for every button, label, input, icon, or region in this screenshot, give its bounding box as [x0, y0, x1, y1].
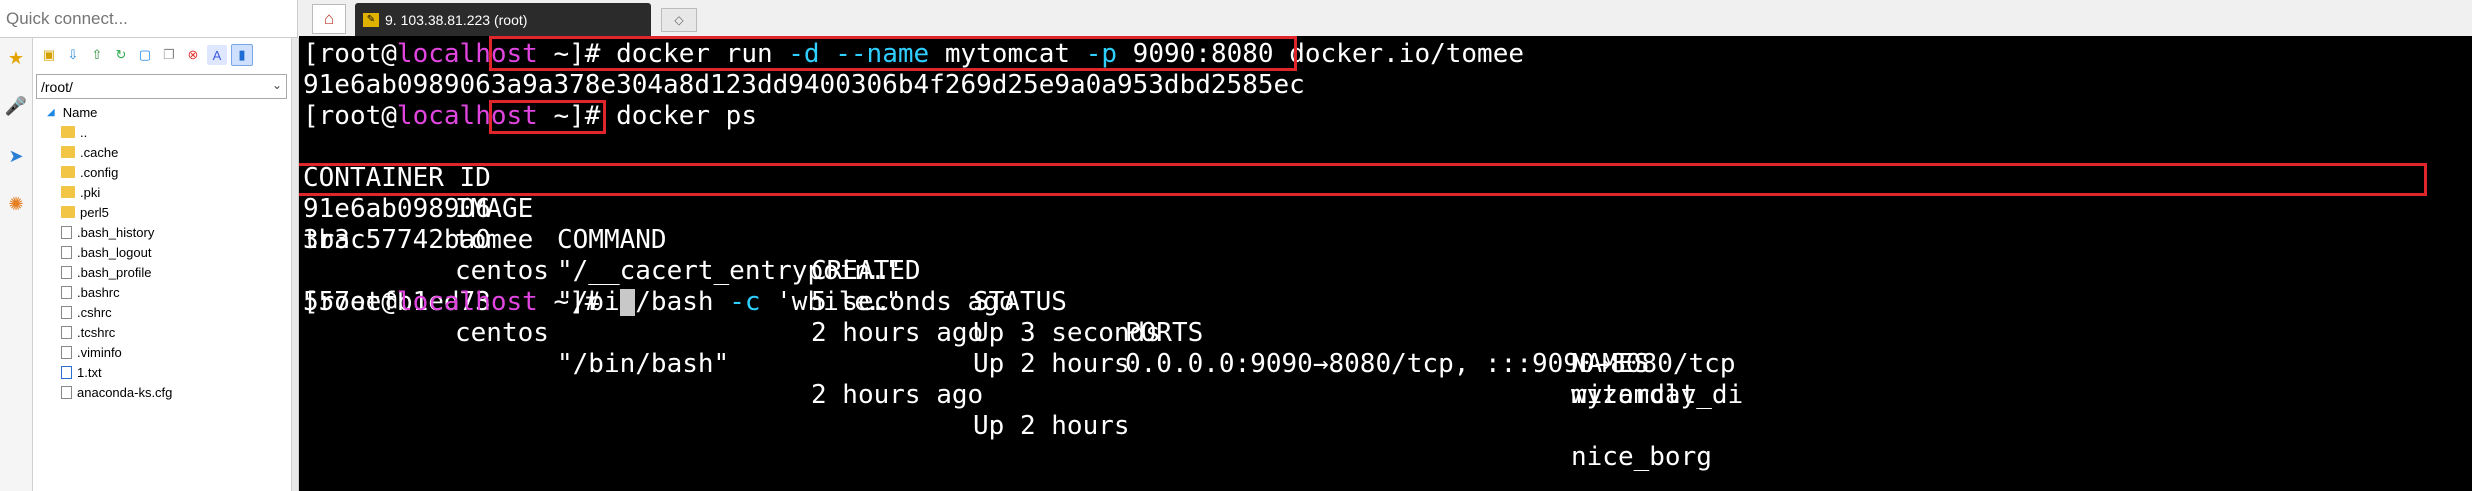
- list-item[interactable]: perl5: [33, 202, 291, 222]
- list-item[interactable]: .viminfo: [33, 342, 291, 362]
- copy-icon[interactable]: ❐: [159, 45, 179, 65]
- send-icon[interactable]: ➤: [6, 146, 26, 166]
- new-tab-icon: ◇: [674, 13, 684, 27]
- name-column-header: Name: [62, 104, 98, 120]
- chevron-down-icon[interactable]: ⌄: [272, 78, 282, 92]
- table-header: CONTAINER ID IMAGE COMMAND CREATED STATU…: [303, 132, 2472, 379]
- terminal-line: 91e6ab0989063a9a378e304a8d123dd9400306b4…: [303, 70, 1305, 100]
- command-ps: docker ps: [616, 101, 757, 131]
- file-icon: [61, 305, 72, 319]
- quick-connect-input[interactable]: [0, 0, 297, 37]
- folder-up-icon[interactable]: ▣: [39, 45, 59, 65]
- file-icon: [61, 345, 72, 359]
- file-icon: [61, 225, 72, 239]
- delete-icon[interactable]: ⊗: [183, 45, 203, 65]
- folder-icon: [61, 186, 75, 198]
- quick-connect-box[interactable]: [0, 0, 298, 38]
- text-file-icon: [61, 365, 72, 379]
- file-icon: [61, 265, 72, 279]
- side-icon-bar: ★ 🎤 ➤ ✺: [0, 38, 33, 491]
- list-item[interactable]: .pki: [33, 182, 291, 202]
- file-tree: ◢ Name .. .cache .config .pki perl5 .bas…: [33, 102, 291, 402]
- refresh-icon[interactable]: ↻: [111, 45, 131, 65]
- panel-splitter[interactable]: [291, 38, 299, 491]
- home-tab[interactable]: ⌂: [312, 4, 346, 34]
- star-icon[interactable]: ★: [6, 48, 26, 68]
- terminal-line: [root@localhost ~]#: [303, 287, 636, 318]
- list-item[interactable]: ..: [33, 122, 291, 142]
- list-item[interactable]: .cshrc: [33, 302, 291, 322]
- new-tab-button[interactable]: ◇: [661, 8, 697, 32]
- config-file-icon: [61, 385, 72, 399]
- folder-icon: [61, 126, 75, 138]
- list-item[interactable]: .bash_logout: [33, 242, 291, 262]
- text-cursor: [620, 289, 636, 316]
- list-item[interactable]: .tcshrc: [33, 322, 291, 342]
- highlight-box-container-row: [299, 163, 2427, 196]
- tab-session-label: 9. 103.38.81.223 (root): [385, 11, 528, 28]
- list-item[interactable]: .bashrc: [33, 282, 291, 302]
- follow-terminal-icon[interactable]: ▮: [231, 44, 253, 66]
- new-file-icon[interactable]: ▢: [135, 45, 155, 65]
- tree-header[interactable]: ◢ Name: [33, 102, 291, 122]
- file-panel: ▣ ⇩ ⇧ ↻ ▢ ❐ ⊗ A ▮ /root/ ⌄ ◢ Name .. .ca…: [33, 38, 291, 491]
- microphone-icon[interactable]: 🎤: [5, 96, 27, 116]
- file-icon: [61, 285, 72, 299]
- upload-icon[interactable]: ⇧: [87, 45, 107, 65]
- file-icon: [61, 325, 72, 339]
- terminal-icon: ✎: [363, 12, 379, 27]
- home-icon: ⌂: [323, 9, 335, 28]
- table-row: 3b3c57742ba0 centos "/bin/bash -c 'while…: [303, 225, 1744, 410]
- download-icon[interactable]: ⇩: [63, 45, 83, 65]
- list-item[interactable]: .bash_history: [33, 222, 291, 242]
- table-row: 557eefb1ed73 centos "/bin/bash" 2 hours …: [303, 287, 1712, 472]
- folder-icon: [61, 146, 75, 158]
- terminal[interactable]: [root@localhost ~]# docker run -d --name…: [299, 36, 2472, 491]
- gear-icon[interactable]: ✺: [6, 194, 26, 214]
- list-item[interactable]: 1.txt: [33, 362, 291, 382]
- terminal-line-wrap: tra: [303, 225, 350, 255]
- list-item[interactable]: .cache: [33, 142, 291, 162]
- file-toolbar: ▣ ⇩ ⇧ ↻ ▢ ❐ ⊗ A ▮: [33, 38, 291, 72]
- column-header: COMMAND: [557, 225, 667, 255]
- folder-icon: [61, 206, 75, 218]
- rename-icon[interactable]: A: [207, 45, 227, 65]
- path-value: /root/: [41, 78, 73, 95]
- expand-arrow-icon[interactable]: ◢: [47, 107, 55, 118]
- folder-icon: [61, 166, 75, 178]
- list-item[interactable]: .config: [33, 162, 291, 182]
- highlight-box-command-run: [489, 36, 1297, 71]
- tab-session[interactable]: ✎ 9. 103.38.81.223 (root): [355, 3, 651, 36]
- path-dropdown[interactable]: /root/ ⌄: [36, 74, 287, 99]
- tab-strip: ⌂ ✎ 9. 103.38.81.223 (root) ◇: [299, 0, 2472, 36]
- highlight-box-command-ps: [489, 100, 606, 134]
- list-item[interactable]: .bash_profile: [33, 262, 291, 282]
- file-icon: [61, 245, 72, 259]
- list-item[interactable]: anaconda-ks.cfg: [33, 382, 291, 402]
